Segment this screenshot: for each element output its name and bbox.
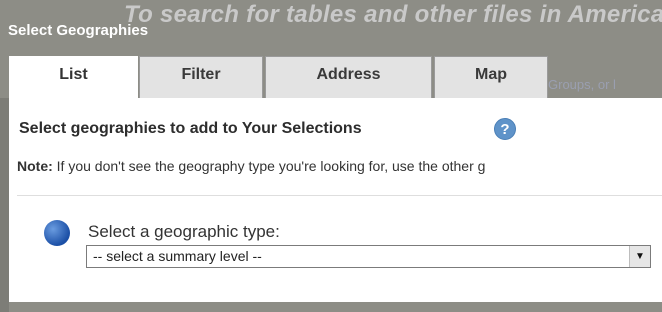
tab-map[interactable]: Map [434, 56, 548, 98]
summary-level-select[interactable]: -- select a summary level -- ▼ [86, 245, 651, 268]
tab-list[interactable]: List [9, 56, 138, 100]
note-text: Note: If you don't see the geography typ… [17, 158, 485, 174]
step-bullet-icon [44, 220, 70, 246]
note-link[interactable]: g [478, 158, 486, 174]
divider [17, 195, 662, 196]
select-geographies-dialog: To search for tables and other files in … [0, 0, 662, 312]
note-body: If you don't see the geography type you'… [52, 158, 478, 174]
chevron-down-icon[interactable]: ▼ [629, 246, 650, 267]
dialog-bottom-edge [9, 302, 662, 312]
list-tab-panel: Select geographies to add to Your Select… [9, 98, 662, 302]
background-link-text: Groups, or l [548, 77, 616, 92]
panel-heading: Select geographies to add to Your Select… [19, 120, 362, 137]
dialog-title: Select Geographies [8, 22, 149, 39]
background-page-text: To search for tables and other files in … [124, 1, 662, 28]
summary-level-value: -- select a summary level -- [93, 248, 262, 264]
tab-address[interactable]: Address [265, 56, 432, 98]
geographic-type-label: Select a geographic type: [88, 222, 280, 241]
tab-filter[interactable]: Filter [139, 56, 263, 98]
help-icon[interactable]: ? [494, 118, 516, 140]
note-label: Note: [17, 158, 53, 174]
dialog-left-edge [0, 98, 9, 312]
